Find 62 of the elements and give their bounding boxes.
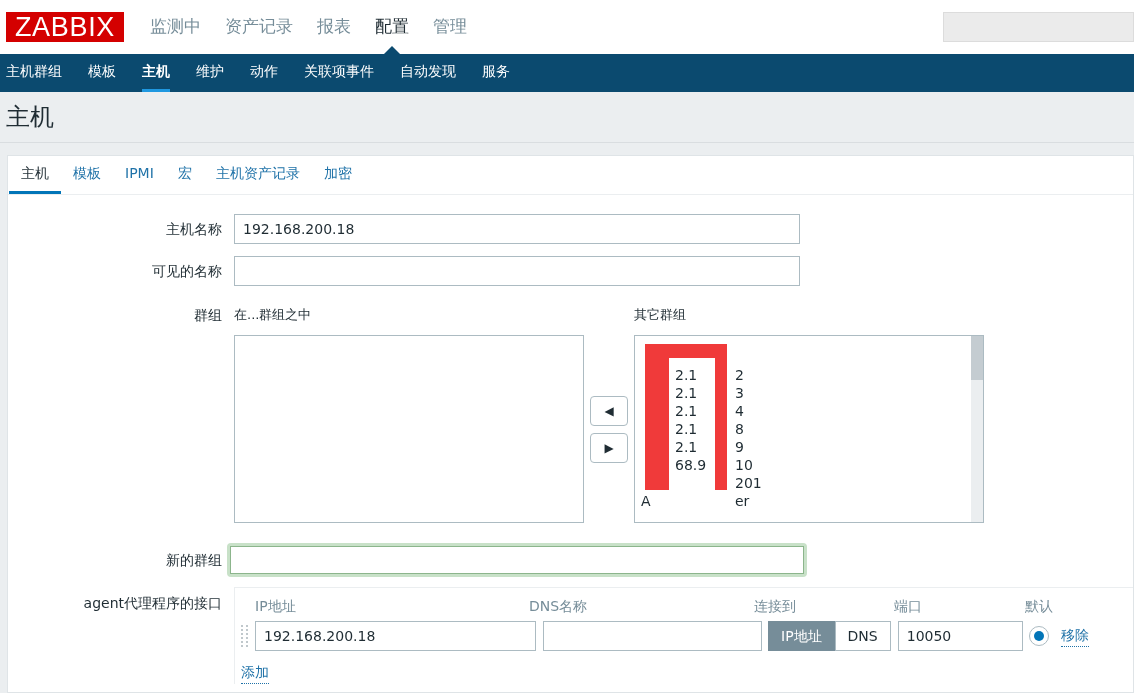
- tab[interactable]: 模板: [61, 156, 113, 194]
- in-groups-list[interactable]: [234, 335, 584, 523]
- tab[interactable]: 主机: [9, 156, 61, 194]
- group-item-text[interactable]: 68.9: [675, 456, 707, 474]
- column-header: 连接到: [754, 597, 797, 616]
- group-item-text[interactable]: 8: [735, 420, 744, 438]
- group-item-text[interactable]: 2.1: [675, 438, 698, 456]
- port-field[interactable]: 10050: [897, 621, 1023, 651]
- field-label: 主机名称: [165, 219, 223, 239]
- column-header: 默认: [1025, 597, 1054, 616]
- sub-nav-item[interactable]: 动作: [250, 54, 278, 92]
- sub-nav-item[interactable]: 模板: [88, 54, 116, 92]
- group-item-text[interactable]: 4: [735, 402, 744, 420]
- sub-nav-item[interactable]: 主机群组: [6, 54, 62, 92]
- visible-name-field[interactable]: [234, 256, 800, 286]
- tab[interactable]: 加密: [311, 156, 364, 194]
- top-nav-item[interactable]: 监测中: [138, 0, 213, 54]
- column-header: IP地址: [254, 597, 297, 616]
- group-item-text[interactable]: 10: [735, 456, 753, 474]
- new-group-field[interactable]: [227, 543, 807, 577]
- scrollbar[interactable]: [971, 336, 983, 522]
- field-label: 新的群组: [165, 550, 223, 570]
- connect-option[interactable]: DNS: [834, 621, 891, 651]
- sub-nav-item[interactable]: 自动发现: [400, 54, 456, 92]
- field-label: agent代理程序的接口: [82, 594, 223, 613]
- top-nav-item[interactable]: 报表: [305, 0, 363, 54]
- host-name-field[interactable]: 192.168.200.18: [234, 214, 800, 244]
- list-caption: 在...群组之中: [234, 306, 313, 324]
- group-item-text[interactable]: 3: [735, 384, 744, 402]
- logo[interactable]: ZABBIX: [6, 12, 124, 42]
- sub-nav-item[interactable]: 关联项事件: [304, 54, 374, 92]
- page-title: 主机: [6, 102, 54, 133]
- sub-nav-item[interactable]: 维护: [196, 54, 224, 92]
- list-caption: 其它群组: [634, 306, 687, 324]
- group-item-text[interactable]: A: [641, 492, 651, 510]
- column-header: 端口: [894, 597, 923, 616]
- group-item-text[interactable]: 201: [735, 474, 762, 492]
- sub-nav-item[interactable]: 服务: [482, 54, 510, 92]
- dns-field[interactable]: [543, 621, 762, 651]
- move-left-button[interactable]: ◀: [590, 395, 628, 426]
- group-item-text[interactable]: 2.1: [675, 384, 698, 402]
- tab[interactable]: IPMI: [113, 156, 166, 194]
- group-item-text[interactable]: 9: [735, 438, 744, 456]
- ip-field[interactable]: 192.168.200.18: [255, 621, 536, 651]
- group-item-text[interactable]: er: [735, 492, 750, 510]
- add-link[interactable]: 添加: [241, 662, 269, 684]
- tab[interactable]: 宏: [165, 156, 204, 194]
- tab[interactable]: 主机资产记录: [203, 156, 312, 194]
- group-item-text[interactable]: 2: [735, 366, 744, 384]
- group-item-text[interactable]: 2.1: [675, 420, 698, 438]
- column-header: DNS名称: [529, 597, 589, 616]
- group-item-text[interactable]: 2.1: [675, 402, 698, 420]
- field-label: 群组: [193, 306, 223, 325]
- move-right-button[interactable]: ▶: [590, 432, 628, 463]
- search-field[interactable]: [943, 12, 1134, 42]
- group-item-text[interactable]: 2.1: [675, 366, 698, 384]
- other-groups-list[interactable]: 2.1 2 2.1 3 2.1 4 2.1 8 2.1 9 68.9 10 201 A er: [634, 335, 984, 523]
- top-nav-item[interactable]: 管理: [421, 0, 479, 54]
- sub-nav-item[interactable]: 主机: [142, 54, 170, 92]
- field-label: 可见的名称: [151, 261, 223, 281]
- top-nav-item[interactable]: 资产记录: [213, 0, 305, 54]
- remove-link[interactable]: 移除: [1060, 625, 1089, 647]
